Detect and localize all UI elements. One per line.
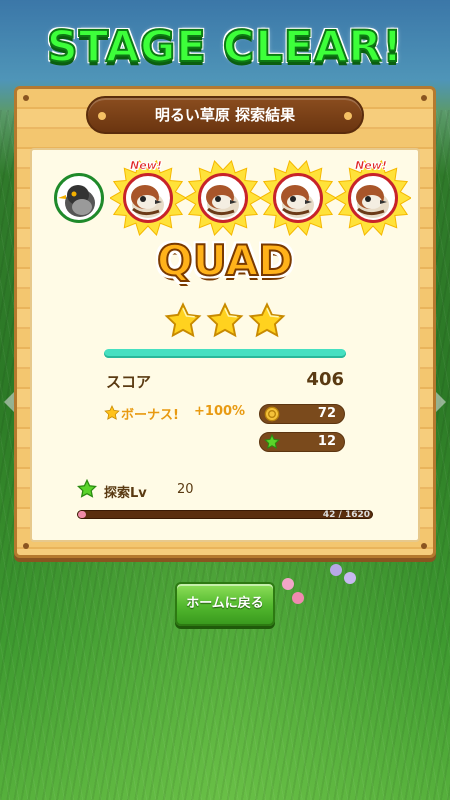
bird-portrait [273, 173, 323, 223]
coin-reward: 72 [259, 404, 345, 424]
star-reward-value: 12 [317, 434, 336, 449]
bird-portrait [54, 173, 104, 223]
flower-decoration [282, 578, 294, 590]
bird-portrait [348, 173, 398, 223]
flower-decoration [344, 572, 356, 584]
bird-slot[interactable]: New! [335, 159, 411, 236]
new-tag: New! [355, 159, 387, 173]
flower-decoration [292, 592, 304, 604]
stage-name: 明るい草原 探索結果 [154, 106, 296, 124]
bird-slot[interactable] [49, 168, 109, 228]
bird-portrait [198, 173, 248, 223]
explore-level-progress: 42 / 1620 [322, 510, 370, 520]
gold-star-icon [164, 302, 202, 338]
gold-star-icon [248, 302, 286, 338]
explore-level-label: 探索Lv [104, 486, 147, 501]
coin-icon [264, 406, 280, 422]
bird-slot[interactable] [260, 160, 336, 236]
prev-arrow-icon[interactable] [4, 392, 14, 412]
stage-clear-title: STAGE CLEAR! [46, 21, 404, 73]
bonus-star-icon [104, 405, 120, 420]
bird-portrait [123, 173, 173, 223]
sparrow-icon [356, 185, 389, 218]
coin-reward-value: 72 [317, 406, 336, 421]
sparrow-icon [206, 185, 239, 218]
green-star-icon [77, 479, 97, 498]
score-progress-bar [104, 349, 346, 358]
star-rating [160, 302, 290, 342]
myna-icon [58, 185, 95, 217]
new-tag: New! [130, 159, 162, 173]
bird-slot[interactable] [185, 160, 261, 236]
score-label: スコア [106, 373, 152, 391]
star-reward: 12 [259, 432, 345, 452]
flower-decoration [330, 564, 342, 576]
explore-level-fill [78, 511, 86, 518]
stage-name-plate: 明るい草原 探索結果 [86, 96, 364, 134]
bird-slot[interactable]: New! [110, 159, 186, 236]
bonus-percent: +100% [194, 404, 246, 419]
rank-label: QUAD [156, 235, 294, 286]
bonus-label: ボーナス! [121, 408, 179, 423]
home-button[interactable]: ホームに戻る [175, 582, 275, 626]
sparrow-icon [131, 185, 164, 218]
gold-star-icon [206, 302, 244, 338]
sparrow-icon [281, 185, 314, 218]
next-arrow-icon[interactable] [436, 392, 446, 412]
green-star-icon [264, 434, 280, 450]
score-value: 406 [306, 369, 344, 390]
explore-level-value: 20 [177, 482, 194, 497]
